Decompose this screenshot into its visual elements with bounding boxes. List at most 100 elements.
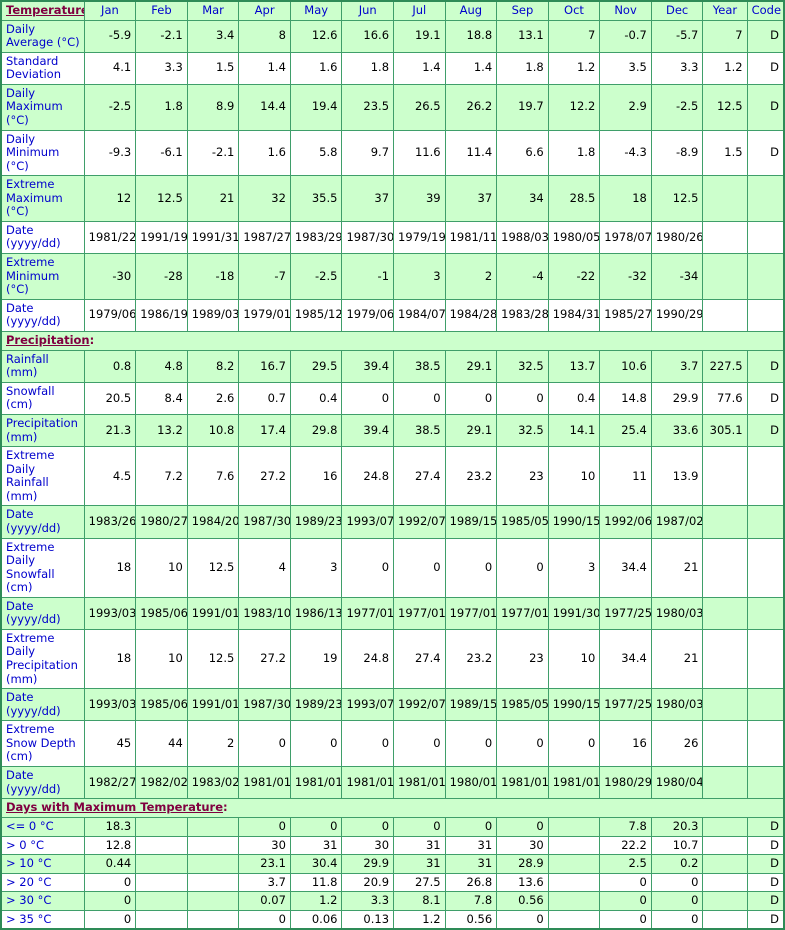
cell-dec: 1980/26 xyxy=(650,220,704,255)
table-row: Extreme Daily Rainfall (mm) 4.5 7.2 7.6 27.2… xyxy=(0,446,785,507)
cell-dec: 0.2 xyxy=(650,854,704,874)
cell-year xyxy=(702,765,748,800)
cell-nov: 1980/29 xyxy=(599,765,652,800)
cell-aug: 31 xyxy=(444,835,498,856)
cell-apr: 8 xyxy=(238,19,291,53)
cell-year: 12.5 xyxy=(702,83,748,131)
cell-jan: 1983/26 xyxy=(83,505,137,539)
cell-jul: 1979/19 xyxy=(393,220,446,255)
cell-sep: 0 xyxy=(496,909,549,930)
cell-jun: 1981/01+ xyxy=(341,765,395,800)
cell-jul: 1.2 xyxy=(393,909,446,930)
column-header-jan: Jan xyxy=(83,0,137,21)
cell-feb xyxy=(135,835,188,856)
cell-jan: 12 xyxy=(83,175,137,222)
cell-oct: 1.2 xyxy=(547,51,601,85)
cell-jan: 21.3 xyxy=(83,414,137,448)
cell-jul: 0 xyxy=(393,537,446,598)
cell-jun: 39.4 xyxy=(341,349,395,383)
cell-oct: 1981/01+ xyxy=(547,765,601,800)
cell-year xyxy=(702,720,748,767)
cell-feb: 4.8 xyxy=(135,349,188,383)
cell-jul: 1992/07 xyxy=(393,688,446,722)
cell-aug: 29.1 xyxy=(444,349,498,383)
table-row: Date (yyyy/dd)1982/27+1982/021983/021981… xyxy=(0,765,785,800)
cell-dec: 0 xyxy=(650,872,704,893)
cell-feb: 1991/19 xyxy=(135,220,188,255)
cell-may: 0.4 xyxy=(289,381,343,416)
cell-jul: 1984/07 xyxy=(393,298,446,332)
cell-sep: 28.9 xyxy=(496,854,549,874)
cell-jun: 24.8 xyxy=(341,628,395,690)
cell-aug: 18.8 xyxy=(444,19,498,53)
cell-apr: 0 xyxy=(238,909,291,930)
cell-oct: 1980/05 xyxy=(547,220,601,255)
cell-jul: 8.1 xyxy=(393,891,446,911)
cell-year xyxy=(702,909,748,930)
row-label: Extreme Minimum (°C) xyxy=(0,253,85,300)
cell-nov: 3.5 xyxy=(599,51,652,85)
row-label: Date (yyyy/dd) xyxy=(0,220,85,255)
cell-jun: 1993/07 xyxy=(341,688,395,722)
cell-mar xyxy=(186,909,240,930)
cell-may: 31 xyxy=(289,835,343,856)
cell-dec: 26 xyxy=(650,720,704,767)
cell-jun: 1987/30 xyxy=(341,220,395,255)
row-label: Snowfall (cm) xyxy=(0,381,85,416)
row-label: Daily Minimum (°C) xyxy=(0,129,85,177)
cell-oct: 13.7 xyxy=(547,349,601,383)
cell-feb: 1982/02 xyxy=(135,765,188,800)
cell-jan: 1993/03 xyxy=(83,688,137,722)
cell-apr: 1983/10 xyxy=(238,596,291,630)
cell-jul: 0 xyxy=(393,381,446,416)
cell-mar xyxy=(186,891,240,911)
cell-jun: 0 xyxy=(341,817,395,837)
cell-feb xyxy=(135,891,188,911)
cell-oct xyxy=(547,872,601,893)
cell-jan: -30 xyxy=(83,253,137,300)
cell-oct: 10 xyxy=(547,628,601,690)
cell-code xyxy=(746,688,785,722)
cell-may: 0 xyxy=(289,817,343,837)
cell-apr: 3.7 xyxy=(238,872,291,893)
row-label: Date (yyyy/dd) xyxy=(0,765,85,800)
cell-jun: 3.3 xyxy=(341,891,395,911)
cell-code: D xyxy=(746,414,785,448)
cell-year xyxy=(702,505,748,539)
cell-may: 35.5 xyxy=(289,175,343,222)
cell-apr: 17.4 xyxy=(238,414,291,448)
cell-code: D xyxy=(746,51,785,85)
cell-aug: 0 xyxy=(444,537,498,598)
cell-oct: -22 xyxy=(547,253,601,300)
cell-mar: 1989/03 xyxy=(186,298,240,332)
row-label: Date (yyyy/dd) xyxy=(0,688,85,722)
cell-feb xyxy=(135,817,188,837)
cell-dec: 33.6 xyxy=(650,414,704,448)
cell-aug: 26.8 xyxy=(444,872,498,893)
cell-may: 16 xyxy=(289,446,343,507)
cell-sep: 1.8 xyxy=(496,51,549,85)
cell-aug: 2 xyxy=(444,253,498,300)
cell-sep: 0.56 xyxy=(496,891,549,911)
cell-oct: 10 xyxy=(547,446,601,507)
cell-nov: 0 xyxy=(599,909,652,930)
cell-apr: 1987/30 xyxy=(238,505,291,539)
cell-oct: 1991/30 xyxy=(547,596,601,630)
cell-jul: 0 xyxy=(393,817,446,837)
row-label: Extreme Daily Rainfall (mm) xyxy=(0,446,85,507)
cell-nov: 25.4 xyxy=(599,414,652,448)
cell-sep: 1988/03+ xyxy=(496,220,549,255)
cell-jan: -9.3 xyxy=(83,129,137,177)
cell-year xyxy=(702,220,748,255)
cell-mar: 12.5 xyxy=(186,628,240,690)
cell-oct: 3 xyxy=(547,537,601,598)
cell-jun: 1977/01+ xyxy=(341,596,395,630)
cell-aug: 0 xyxy=(444,720,498,767)
cell-code xyxy=(746,765,785,800)
row-label: Daily Maximum (°C) xyxy=(0,83,85,131)
cell-jul: 26.5 xyxy=(393,83,446,131)
cell-code: D xyxy=(746,349,785,383)
cell-sep: 1985/05 xyxy=(496,505,549,539)
cell-jan: 18.3 xyxy=(83,817,137,837)
cell-jun: 23.5 xyxy=(341,83,395,131)
